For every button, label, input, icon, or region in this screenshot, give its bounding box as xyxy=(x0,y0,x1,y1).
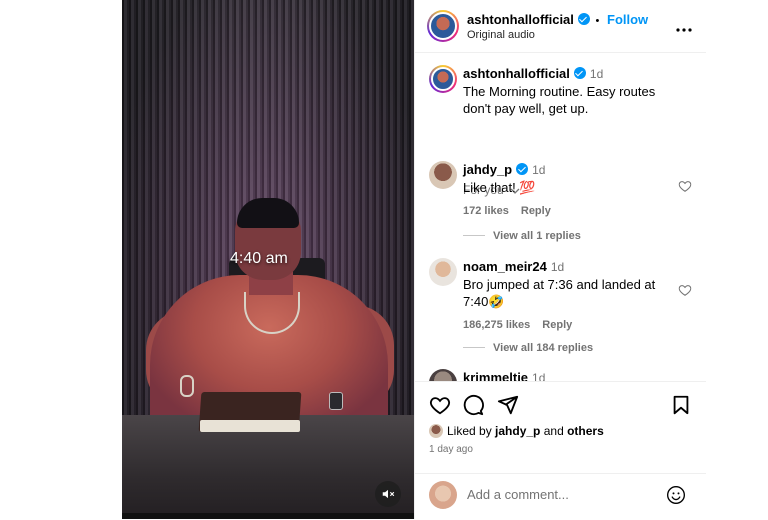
heart-icon[interactable] xyxy=(678,283,692,297)
verified-badge-icon xyxy=(516,163,529,175)
comment-body: noam_meir24 1d Bro jumped at 7:36 and lan… xyxy=(463,258,678,334)
more-horizontal-icon xyxy=(676,28,692,32)
comment-meta: 172 likes Reply xyxy=(463,203,678,220)
follow-button[interactable]: Follow xyxy=(607,12,648,27)
emoji-icon[interactable] xyxy=(666,485,686,505)
comments-list[interactable]: ashtonhallofficial 1d The Morning routine… xyxy=(415,53,706,381)
reply-line xyxy=(463,347,485,348)
comment-time: 1d xyxy=(532,371,546,381)
current-user-avatar xyxy=(429,481,457,509)
more-options-button[interactable] xyxy=(676,16,692,37)
liked-by-others[interactable]: others xyxy=(567,424,604,438)
header-user-row: ashtonhallofficial • Follow xyxy=(467,12,648,27)
notebook-pages xyxy=(200,420,300,432)
comment-avatar[interactable] xyxy=(429,161,457,189)
comment-body: jahdy_p 1d Like that! 💯 172 likes Reply xyxy=(463,161,678,220)
reply-button[interactable]: Reply xyxy=(542,319,572,331)
liked-by: Liked by jahdy_p and others xyxy=(429,424,604,438)
mute-button[interactable] xyxy=(375,481,401,507)
dot-separator: • xyxy=(595,15,600,27)
liked-by-and: and xyxy=(540,424,568,438)
comment-likes[interactable]: 186,275 likes xyxy=(463,319,530,331)
comment-avatar[interactable] xyxy=(429,369,457,381)
comment-body: krimmeltie 1d xyxy=(463,369,678,381)
reply-button[interactable]: Reply xyxy=(521,205,551,217)
view-replies-button[interactable]: View all 1 replies xyxy=(463,230,581,242)
video-bottom-bar xyxy=(122,513,414,519)
post-header: ashtonhallofficial • Follow Original aud… xyxy=(415,0,706,53)
add-comment-bar: Add a comment... xyxy=(415,473,706,520)
author-username[interactable]: ashtonhallofficial xyxy=(467,12,574,27)
comment-time: 1d xyxy=(550,260,565,274)
comment-bubble-icon[interactable] xyxy=(462,394,484,416)
like-heart-icon[interactable] xyxy=(429,394,451,416)
post-modal: 4:40 am ashtonhallofficial • Follow Orig… xyxy=(122,0,706,519)
caption-body: ashtonhallofficial 1d The Morning routine… xyxy=(463,65,678,117)
reply-line xyxy=(463,235,485,236)
reel-video[interactable]: 4:40 am xyxy=(122,0,414,519)
liked-by-user[interactable]: jahdy_p xyxy=(495,424,540,438)
caption-username[interactable]: ashtonhallofficial xyxy=(463,66,570,81)
post-panel: ashtonhallofficial • Follow Original aud… xyxy=(414,0,706,519)
comment-likes[interactable]: 172 likes xyxy=(463,205,509,217)
view-replies-label: View all 1 replies xyxy=(493,230,581,242)
comment-input[interactable]: Add a comment... xyxy=(467,487,569,502)
heart-icon[interactable] xyxy=(678,179,692,193)
video-time-overlay: 4:40 am xyxy=(230,250,288,267)
comment-username[interactable]: krimmeltie xyxy=(463,370,528,381)
caption-text: The Morning routine. Easy routes don't p… xyxy=(463,84,656,116)
comment-avatar[interactable] xyxy=(429,258,457,286)
wristwatch xyxy=(329,392,343,410)
comment-text: Bro jumped at 7:36 and landed at 7:40🤣 xyxy=(463,277,656,309)
view-replies-label: View all 184 replies xyxy=(493,342,594,354)
view-replies-button[interactable]: View all 184 replies xyxy=(463,342,593,354)
comment-username[interactable]: jahdy_p xyxy=(463,162,512,177)
author-avatar[interactable] xyxy=(427,10,459,42)
liked-by-avatar xyxy=(429,424,443,438)
caption-time: 1d xyxy=(589,67,604,81)
post-time: 1 day ago xyxy=(429,444,473,455)
comment-meta: 186,275 likes Reply xyxy=(463,317,678,334)
audio-link[interactable]: Original audio xyxy=(467,29,535,41)
liked-by-prefix: Liked by xyxy=(447,424,496,438)
comment-text: Like that! 💯 xyxy=(463,180,536,195)
bookmark-save-icon[interactable] xyxy=(670,394,692,416)
caption-avatar[interactable] xyxy=(429,65,457,93)
verified-badge-icon xyxy=(573,67,586,79)
muted-speaker-icon xyxy=(382,489,395,499)
comment-time: 1d xyxy=(532,163,546,177)
bracelet xyxy=(180,375,194,397)
verified-badge-icon xyxy=(577,13,590,25)
comment-username[interactable]: noam_meir24 xyxy=(463,259,547,274)
post-actions: Liked by jahdy_p and others 1 day ago xyxy=(415,381,706,482)
share-send-icon[interactable] xyxy=(497,394,519,416)
